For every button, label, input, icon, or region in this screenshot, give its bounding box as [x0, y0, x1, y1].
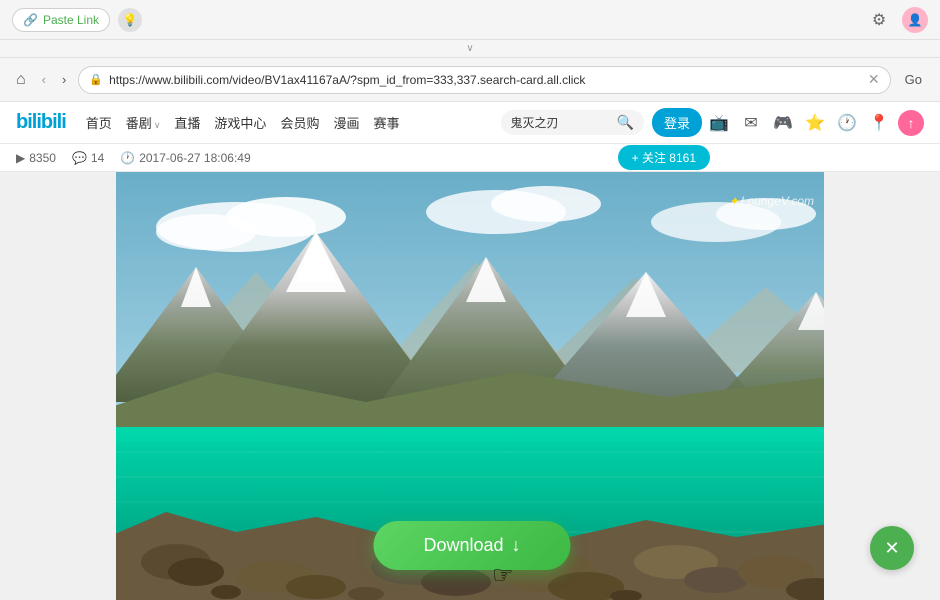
- date-value: 2017-06-27 18:06:49: [139, 151, 250, 165]
- close-float-button[interactable]: ✕: [870, 526, 914, 570]
- tv-icon[interactable]: 📺: [706, 110, 732, 136]
- download-label: Download: [423, 535, 503, 556]
- home-button[interactable]: ⌂: [12, 67, 30, 93]
- forward-button[interactable]: ›: [58, 68, 70, 91]
- menu-anime[interactable]: 番剧: [120, 109, 167, 136]
- play-count-value: 8350: [29, 151, 56, 165]
- main-content: ✦LoungeV.com Download ↓ ☞ ✕: [0, 172, 940, 600]
- title-bar-right: ⚙ 👤: [866, 7, 928, 33]
- back-button[interactable]: ‹: [38, 68, 50, 91]
- menu-game[interactable]: 游戏中心: [208, 109, 272, 136]
- chevron-down-icon: ∨: [466, 43, 473, 54]
- avatar-icon[interactable]: 👤: [902, 7, 928, 33]
- title-bar-left: 🔗 Paste Link 💡: [12, 8, 142, 32]
- gamepad-icon[interactable]: 🎮: [770, 110, 796, 136]
- go-button[interactable]: Go: [899, 68, 928, 91]
- star-icon[interactable]: ⭐: [802, 110, 828, 136]
- play-count: ▶ 8350: [16, 151, 56, 165]
- upload-icon[interactable]: ↑: [898, 110, 924, 136]
- menu-esports[interactable]: 赛事: [367, 109, 405, 136]
- watermark-text: LoungeV.com: [741, 194, 814, 208]
- title-bar: 🔗 Paste Link 💡 ⚙ 👤: [0, 0, 940, 40]
- clock-icon[interactable]: 🕐: [834, 110, 860, 136]
- comment-icon: 💬: [72, 151, 87, 165]
- clear-url-button[interactable]: ✕: [868, 71, 880, 88]
- video-meta-bar: ▶ 8350 💬 14 🕐 2017-06-27 18:06:49 + 关注 8…: [0, 144, 940, 172]
- bilibili-navbar: bilibili 首页 番剧 直播 游戏中心 会员购 漫画 赛事 🔍 登录 📺 …: [0, 102, 940, 144]
- watermark: ✦LoungeV.com: [729, 194, 814, 208]
- mail-icon[interactable]: ✉: [738, 110, 764, 136]
- url-text: https://www.bilibili.com/video/BV1ax4116…: [109, 73, 862, 87]
- search-input[interactable]: [511, 116, 611, 130]
- location-icon[interactable]: 📍: [866, 110, 892, 136]
- close-icon: ✕: [884, 538, 899, 559]
- menu-shop[interactable]: 会员购: [274, 109, 325, 136]
- paste-link-label: Paste Link: [43, 13, 99, 27]
- paste-link-button[interactable]: 🔗 Paste Link: [12, 8, 110, 32]
- download-arrow-icon: ↓: [512, 535, 521, 556]
- bili-icon-bar: 📺 ✉ 🎮 ⭐ 🕐 📍 ↑: [706, 110, 924, 136]
- left-sidebar: [0, 172, 116, 600]
- login-button[interactable]: 登录: [652, 108, 702, 137]
- menu-live[interactable]: 直播: [168, 109, 206, 136]
- link-icon: 🔗: [23, 13, 38, 27]
- comment-count: 💬 14: [72, 151, 104, 165]
- upload-date: 🕐 2017-06-27 18:06:49: [120, 151, 250, 165]
- watermark-star: ✦: [729, 194, 739, 208]
- address-bar[interactable]: 🔒 https://www.bilibili.com/video/BV1ax41…: [78, 66, 890, 94]
- follow-button[interactable]: + 关注 8161: [618, 145, 710, 170]
- bilibili-logo: bilibili: [16, 111, 66, 134]
- search-bar[interactable]: 🔍: [501, 110, 644, 135]
- menu-home[interactable]: 首页: [80, 109, 118, 136]
- collapse-handle[interactable]: ∨: [0, 40, 940, 58]
- lock-icon: 🔒: [89, 73, 103, 86]
- menu-manga[interactable]: 漫画: [327, 109, 365, 136]
- clock-icon: 🕐: [120, 151, 135, 165]
- browser-bar: ⌂ ‹ › 🔒 https://www.bilibili.com/video/B…: [0, 58, 940, 102]
- download-button[interactable]: Download ↓: [373, 521, 570, 570]
- video-player: ✦LoungeV.com Download ↓ ☞: [116, 172, 828, 600]
- bilibili-menu: 首页 番剧 直播 游戏中心 会员购 漫画 赛事: [80, 109, 493, 136]
- right-sidebar: ✕: [824, 172, 940, 600]
- search-icon[interactable]: 🔍: [617, 114, 634, 131]
- comment-count-value: 14: [91, 151, 104, 165]
- lightbulb-icon[interactable]: 💡: [118, 8, 142, 32]
- gear-icon[interactable]: ⚙: [866, 7, 892, 33]
- play-icon: ▶: [16, 151, 25, 165]
